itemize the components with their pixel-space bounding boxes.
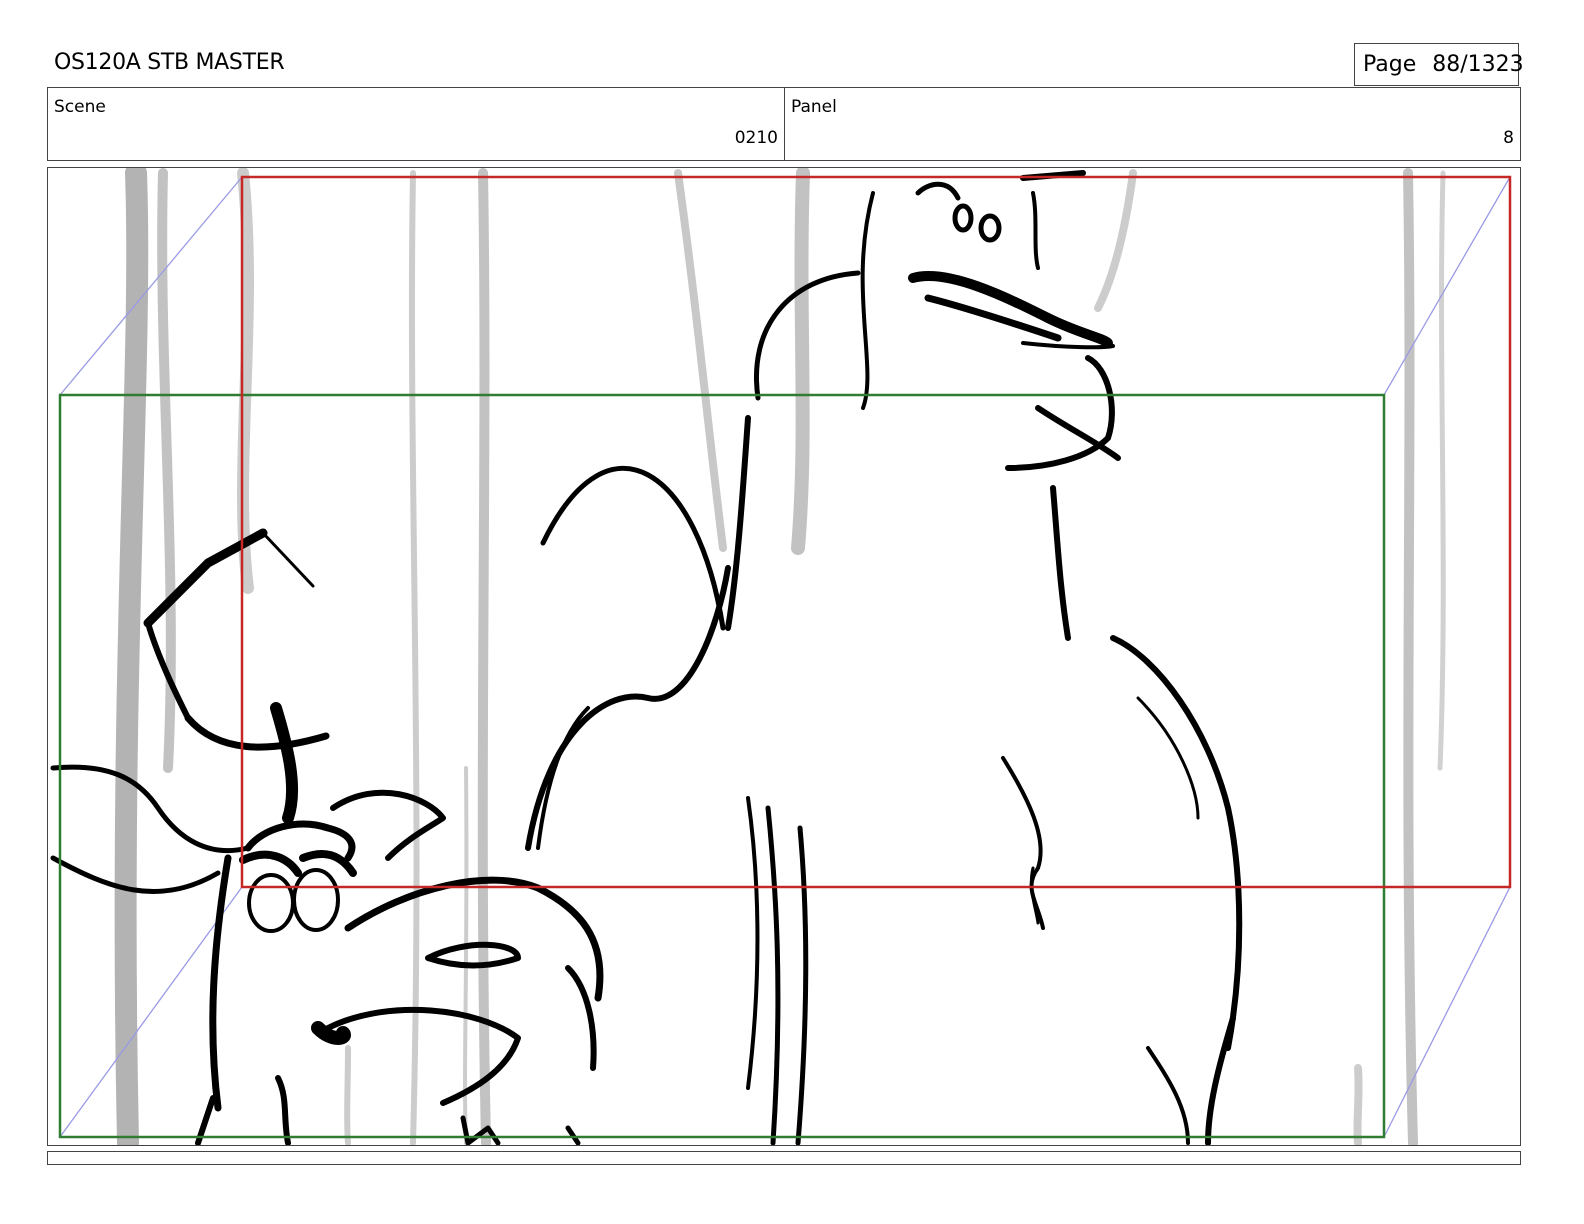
panel-cell: Panel 8 [785, 88, 1520, 160]
footer-bar [47, 1151, 1521, 1165]
camera-guides [59, 176, 1511, 1138]
page-indicator: Page 88/1323 [1354, 43, 1524, 86]
storyboard-panel-frame [47, 167, 1521, 1146]
page-number: 88/1323 [1432, 52, 1524, 77]
scene-cell: Scene 0210 [48, 88, 785, 160]
camera-frame-end [240, 175, 1512, 889]
character-sketch-left [50, 465, 731, 1145]
storyboard-sketch [50, 168, 1512, 1145]
document-title: OS120A STB MASTER [54, 50, 285, 75]
panel-label: Panel [791, 97, 837, 117]
panel-value: 8 [1503, 128, 1514, 148]
scene-label: Scene [54, 97, 106, 117]
scene-panel-info: Scene 0210 Panel 8 [47, 87, 1521, 161]
scene-value: 0210 [734, 128, 778, 148]
page-label: Page [1363, 52, 1417, 77]
background-trees [114, 168, 1446, 1145]
